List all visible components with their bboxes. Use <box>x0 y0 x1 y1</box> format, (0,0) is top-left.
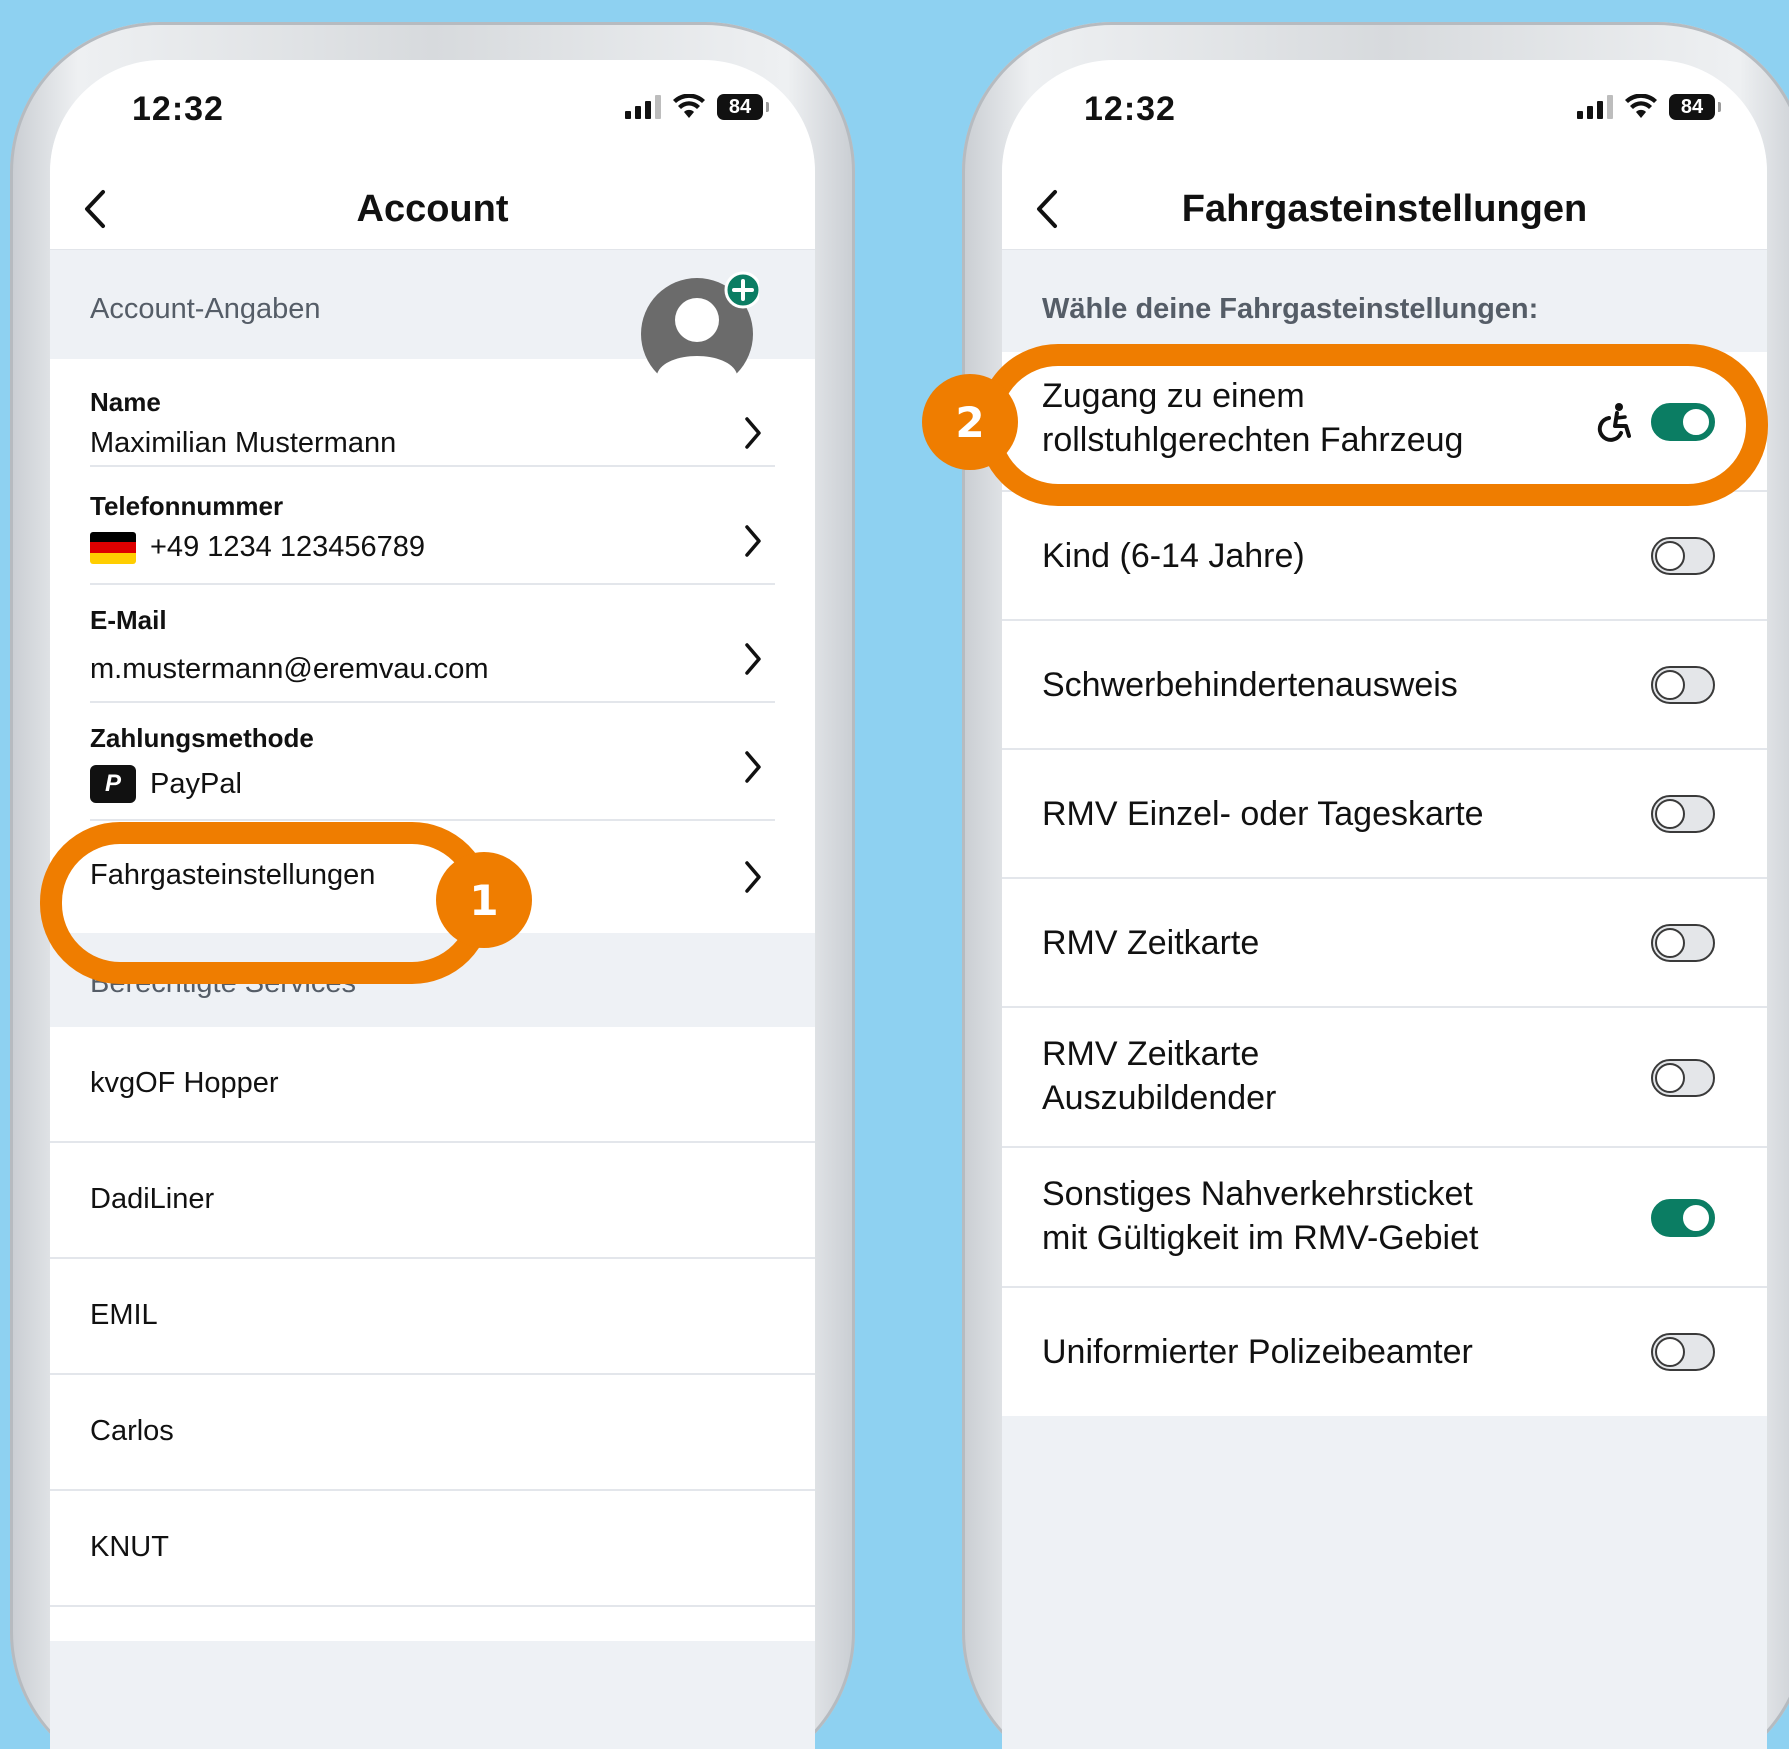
chevron-right-icon <box>745 861 761 893</box>
option-disability-card[interactable]: Schwerbehindertenausweis <box>1002 621 1767 750</box>
email-row[interactable]: E-Mail m.mustermann@eremvau.com <box>50 585 815 703</box>
page-title: Fahrgasteinstellungen <box>1181 188 1588 230</box>
option-label: RMV Zeitkarte Auszubildender <box>1042 1032 1276 1120</box>
wifi-icon <box>1625 94 1657 118</box>
phone-row[interactable]: Telefonnummer +49 1234 123456789 <box>50 467 815 585</box>
option-trainee-season-ticket[interactable]: RMV Zeitkarte Auszubildender <box>1002 1008 1767 1148</box>
option-label-line2: rollstuhlgerechten Fahrzeug <box>1042 421 1464 459</box>
email-label: E-Mail <box>90 605 167 635</box>
option-other-transit-ticket[interactable]: Sonstiges Nahverkehrsticket mit Gültigke… <box>1002 1148 1767 1288</box>
phone-value-text: +49 1234 123456789 <box>150 531 425 563</box>
passenger-settings-screen: 12:32 84 Fahrgasteinstellungen Wähle dei… <box>1002 60 1767 1749</box>
phone-value: +49 1234 123456789 <box>90 531 425 564</box>
uniformed-police-toggle[interactable] <box>1651 1333 1715 1371</box>
wheelchair-icon <box>1597 403 1631 442</box>
payment-method-value: P PayPal <box>90 765 242 803</box>
navigation-bar: Fahrgasteinstellungen <box>1002 170 1767 250</box>
option-label: Zugang zu einem rollstuhlgerechten Fahrz… <box>1042 374 1463 462</box>
wifi-icon <box>673 94 705 118</box>
option-label: Kind (6-14 Jahre) <box>1042 537 1305 575</box>
status-bar: 12:32 84 <box>50 60 815 170</box>
payment-method-label: Zahlungsmethode <box>90 723 314 753</box>
season-ticket-toggle[interactable] <box>1651 924 1715 962</box>
page-title: Account <box>356 188 509 230</box>
service-item[interactable]: kvgOF Hopper <box>50 1027 815 1143</box>
option-label: Sonstiges Nahverkehrsticket mit Gültigke… <box>1042 1172 1478 1260</box>
option-label: Uniformierter Polizeibeamter <box>1042 1333 1473 1371</box>
option-label-line1: RMV Zeitkarte <box>1042 1035 1260 1073</box>
name-value: Maximilian Mustermann <box>90 427 396 460</box>
phone-label: Telefonnummer <box>90 491 284 521</box>
option-label: RMV Zeitkarte <box>1042 924 1260 962</box>
cellular-signal-icon <box>625 95 661 119</box>
email-value: m.mustermann@eremvau.com <box>90 653 489 686</box>
option-label-line2: mit Gültigkeit im RMV-Gebiet <box>1042 1219 1479 1257</box>
payment-method-value-text: PayPal <box>150 767 242 800</box>
chevron-right-icon <box>745 751 761 783</box>
option-child[interactable]: Kind (6-14 Jahre) <box>1002 492 1767 621</box>
phone-frame-left: 12:32 84 Account Account-Angaben Name Ma… <box>10 22 855 1749</box>
germany-flag-icon <box>90 531 136 564</box>
name-label: Name <box>90 387 161 417</box>
services-section-header: Berechtigte Services <box>50 933 815 1027</box>
account-section-title: Account-Angaben <box>90 293 321 325</box>
name-value-text: Maximilian Mustermann <box>90 427 397 459</box>
service-label: KNUT <box>90 1531 169 1563</box>
navigation-bar: Account <box>50 170 815 250</box>
account-screen: 12:32 84 Account Account-Angaben Name Ma… <box>50 60 815 1749</box>
paypal-icon: P <box>90 765 136 803</box>
battery-icon: 84 <box>717 94 769 120</box>
avatar-placeholder-icon[interactable] <box>639 270 759 390</box>
service-item[interactable]: DadiLiner <box>50 1143 815 1259</box>
phone-frame-right: 12:32 84 Fahrgasteinstellungen Wähle dei… <box>962 22 1789 1749</box>
option-label-line1: Sonstiges Nahverkehrsticket <box>1042 1175 1473 1213</box>
service-label: EMIL <box>90 1299 158 1331</box>
settings-section-header: Wähle deine Fahrgasteinstellungen: <box>1002 251 1767 352</box>
step-badge-2: 2 <box>922 374 1018 470</box>
passenger-settings-row[interactable]: Fahrgasteinstellungen <box>50 821 815 933</box>
child-toggle[interactable] <box>1651 537 1715 575</box>
chevron-right-icon <box>745 417 761 449</box>
service-label: DadiLiner <box>90 1183 215 1215</box>
service-label: Carlos <box>90 1415 174 1447</box>
service-item[interactable]: KNUT <box>50 1491 815 1607</box>
other-transit-ticket-toggle[interactable] <box>1651 1199 1715 1237</box>
option-label: Schwerbehindertenausweis <box>1042 666 1458 704</box>
trainee-season-ticket-toggle[interactable] <box>1651 1059 1715 1097</box>
status-time: 12:32 <box>1084 90 1176 128</box>
service-item[interactable]: Carlos <box>50 1375 815 1491</box>
step-badge-1: 1 <box>436 852 532 948</box>
passenger-settings-label: Fahrgasteinstellungen <box>90 859 376 891</box>
cellular-signal-icon <box>1577 95 1613 119</box>
option-label: RMV Einzel- oder Tageskarte <box>1042 795 1484 833</box>
status-time: 12:32 <box>132 90 224 128</box>
option-wheelchair-access[interactable]: Zugang zu einem rollstuhlgerechten Fahrz… <box>1002 352 1767 492</box>
option-single-day-ticket[interactable]: RMV Einzel- oder Tageskarte <box>1002 750 1767 879</box>
option-label-line1: Zugang zu einem <box>1042 377 1305 415</box>
services-section-title: Berechtigte Services <box>90 967 356 999</box>
service-item-partial <box>50 1607 815 1641</box>
disability-card-toggle[interactable] <box>1651 666 1715 704</box>
chevron-right-icon <box>745 643 761 675</box>
option-season-ticket[interactable]: RMV Zeitkarte <box>1002 879 1767 1008</box>
payment-method-row[interactable]: Zahlungsmethode P PayPal <box>50 703 815 821</box>
battery-icon: 84 <box>1669 94 1721 120</box>
service-item[interactable]: EMIL <box>50 1259 815 1375</box>
chevron-right-icon <box>745 525 761 557</box>
service-label: kvgOF Hopper <box>90 1067 279 1099</box>
status-bar: 12:32 84 <box>1002 60 1767 170</box>
option-label-line2: Auszubildender <box>1042 1079 1277 1117</box>
single-day-ticket-toggle[interactable] <box>1651 795 1715 833</box>
wheelchair-toggle[interactable] <box>1651 403 1715 441</box>
email-value-text: m.mustermann@eremvau.com <box>90 653 489 685</box>
settings-section-title: Wähle deine Fahrgasteinstellungen: <box>1042 293 1539 325</box>
option-uniformed-police[interactable]: Uniformierter Polizeibeamter <box>1002 1288 1767 1416</box>
